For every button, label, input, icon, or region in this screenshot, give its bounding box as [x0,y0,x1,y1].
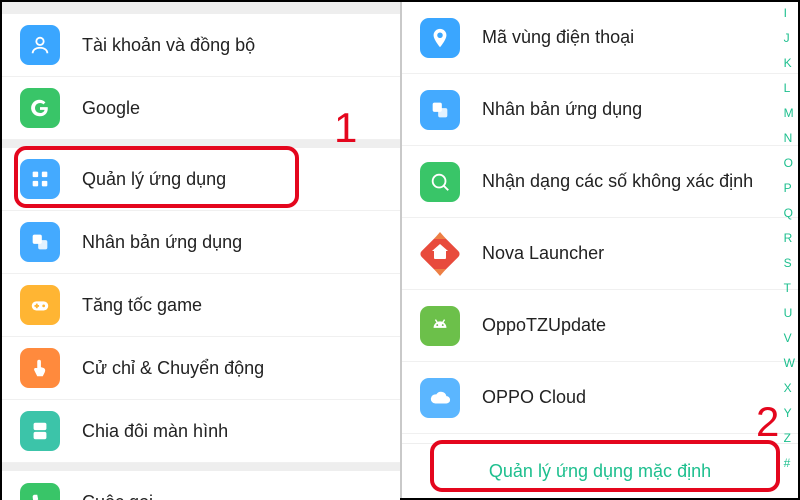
az-letter[interactable]: W [784,356,795,370]
button-label: Quản lý ứng dụng mặc định [489,461,711,482]
alphabet-index[interactable]: I J K L M N O P Q R S T U V W X Y Z # [784,2,795,438]
az-letter[interactable]: Q [784,206,795,220]
apps-icon [20,159,60,199]
settings-item-label: Google [82,98,382,119]
nova-icon [420,234,460,274]
phone-icon [20,483,60,500]
settings-item-label: Quản lý ứng dụng [82,169,382,190]
app-item-label: Nhân bản ứng dụng [482,99,780,120]
az-letter[interactable]: Y [784,406,795,420]
az-letter[interactable]: O [784,156,795,170]
az-letter[interactable]: Z [784,431,795,445]
az-letter[interactable]: R [784,231,795,245]
settings-item-call[interactable]: Cuộc gọi [2,471,400,500]
settings-item-gesture-motion[interactable]: Cử chỉ & Chuyển động [2,337,400,400]
gameboost-icon [20,285,60,325]
app-item-area-code[interactable]: Mã vùng điện thoại [402,2,798,74]
app-item-label: Nova Launcher [482,243,780,264]
settings-item-label: Cử chỉ & Chuyển động [82,358,382,379]
cloud-icon [420,378,460,418]
app-list-panel: Mã vùng điện thoại Nhân bản ứng dụng Nhậ… [402,2,798,498]
screenshot-frame: Tài khoản và đồng bộ Google Quản lý ứng … [0,0,800,500]
app-item-label: Nhận dạng các số không xác định [482,171,780,192]
group-divider [2,140,400,148]
clone-icon [20,222,60,262]
az-letter[interactable]: P [784,181,795,195]
app-item-label: OppoTZUpdate [482,315,780,336]
app-item-oppo-cloud[interactable]: OPPO Cloud [402,362,798,434]
az-letter[interactable]: # [784,456,795,470]
group-divider [2,463,400,471]
android-icon [420,306,460,346]
app-item-oppotzupdate[interactable]: OppoTZUpdate [402,290,798,362]
settings-item-label: Cuộc gọi [82,492,382,500]
settings-item-label: Tài khoản và đồng bộ [82,35,382,56]
app-item-label: OPPO Cloud [482,387,780,408]
clone-icon [420,90,460,130]
app-item-nova-launcher[interactable]: Nova Launcher [402,218,798,290]
gesture-icon [20,348,60,388]
az-letter[interactable]: M [784,106,795,120]
settings-item-label: Tăng tốc game [82,295,382,316]
numberid-icon [420,162,460,202]
app-item-clone[interactable]: Nhân bản ứng dụng [402,74,798,146]
settings-item-account-sync[interactable]: Tài khoản và đồng bộ [2,14,400,77]
group-divider [2,2,400,14]
settings-item-split-screen[interactable]: Chia đôi màn hình [2,400,400,463]
areacode-icon [420,18,460,58]
az-letter[interactable]: J [784,31,795,45]
az-letter[interactable]: K [784,56,795,70]
settings-item-label: Chia đôi màn hình [82,421,382,442]
az-letter[interactable]: X [784,381,795,395]
az-letter[interactable]: S [784,256,795,270]
settings-item-google[interactable]: Google [2,77,400,140]
az-letter[interactable]: U [784,306,795,320]
settings-item-game-boost[interactable]: Tăng tốc game [2,274,400,337]
settings-panel: Tài khoản và đồng bộ Google Quản lý ứng … [2,2,402,498]
settings-item-label: Nhân bản ứng dụng [82,232,382,253]
account-icon [20,25,60,65]
google-icon [20,88,60,128]
az-letter[interactable]: I [784,6,795,20]
az-letter[interactable]: V [784,331,795,345]
az-letter[interactable]: N [784,131,795,145]
settings-item-app-management[interactable]: Quản lý ứng dụng [2,148,400,211]
az-letter[interactable]: T [784,281,795,295]
splitscreen-icon [20,411,60,451]
az-letter[interactable]: L [784,81,795,95]
app-item-number-id[interactable]: Nhận dạng các số không xác định [402,146,798,218]
app-item-label: Mã vùng điện thoại [482,27,780,48]
settings-item-app-clone[interactable]: Nhân bản ứng dụng [2,211,400,274]
manage-default-apps-button[interactable]: Quản lý ứng dụng mặc định [402,443,798,498]
